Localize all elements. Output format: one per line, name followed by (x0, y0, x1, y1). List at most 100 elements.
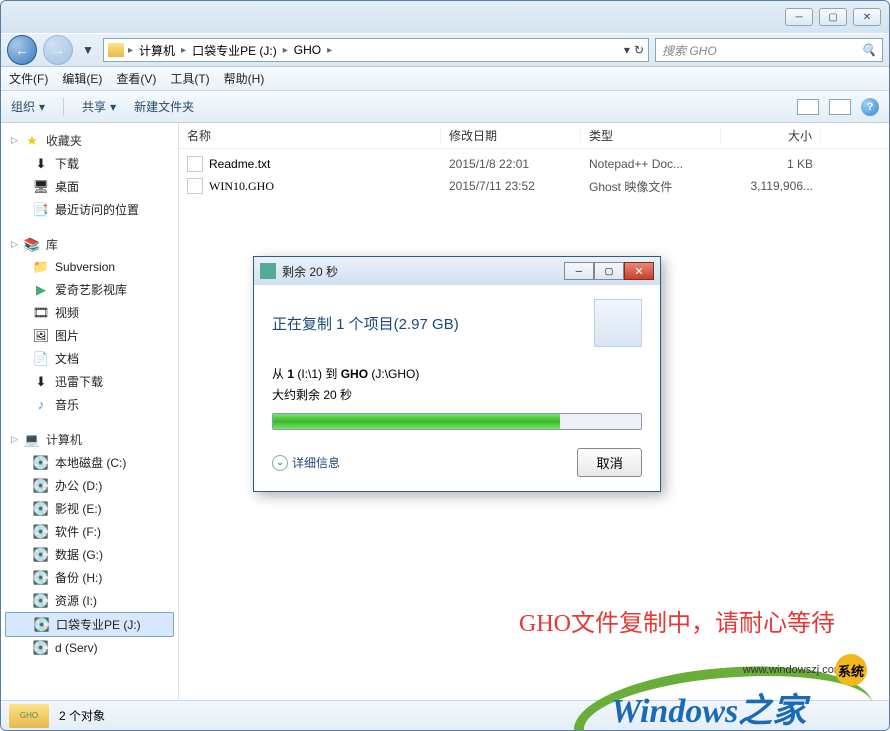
column-date[interactable]: 修改日期 (441, 127, 581, 144)
back-button[interactable]: ← (7, 35, 37, 65)
star-icon: ★ (24, 133, 40, 149)
sidebar-item-disk-f[interactable]: 💽软件 (F:) (1, 520, 178, 543)
time-remaining: 大约剩余 20 秒 (272, 386, 642, 403)
organize-button[interactable]: 组织 ▾ (11, 98, 45, 115)
sidebar-item-desktop[interactable]: 🖥桌面 (1, 175, 178, 198)
crumb-drive[interactable]: 口袋专业PE (J:) (188, 42, 281, 59)
column-size[interactable]: 大小 (721, 127, 821, 144)
preview-pane-button[interactable] (829, 99, 851, 115)
menu-file[interactable]: 文件(F) (9, 70, 48, 87)
sidebar-item-documents[interactable]: 📄文档 (1, 347, 178, 370)
annotation-text: GHO文件复制中，请耐心等待 (519, 603, 835, 638)
sidebar-item-network-d[interactable]: 💽d (Serv) (1, 637, 178, 659)
watermark-badge: 系统 (835, 654, 867, 686)
gho-file-icon (187, 178, 203, 194)
sidebar-item-disk-d[interactable]: 💽办公 (D:) (1, 474, 178, 497)
download-icon: ⬇ (33, 156, 49, 172)
close-button[interactable]: ✕ (853, 8, 881, 26)
share-button[interactable]: 共享 ▾ (82, 98, 116, 115)
address-bar[interactable]: ▸ 计算机 ▸ 口袋专业PE (J:) ▸ GHO ▸ ▾ ↻ (103, 38, 649, 62)
copy-source-dest: 从 1 (I:\1) 到 GHO (J:\GHO) (272, 365, 642, 382)
crumb-folder[interactable]: GHO (290, 43, 325, 57)
network-disk-icon: 💽 (33, 640, 49, 656)
library-icon: 📚 (24, 237, 40, 253)
disk-icon: 💽 (33, 524, 49, 540)
sidebar-item-pictures[interactable]: 🖼图片 (1, 324, 178, 347)
refresh-icon[interactable]: ↻ (634, 43, 644, 57)
help-icon[interactable]: ? (861, 98, 879, 116)
file-row[interactable]: Readme.txt 2015/1/8 22:01 Notepad++ Doc.… (179, 153, 889, 175)
copy-icon (260, 263, 276, 279)
recent-icon: 📑 (33, 202, 49, 218)
sidebar-item-disk-g[interactable]: 💽数据 (G:) (1, 543, 178, 566)
computer-icon: 💻 (24, 432, 40, 448)
dialog-heading: 正在复制 1 个项目(2.97 GB) (272, 299, 642, 347)
download-icon: ⬇ (33, 374, 49, 390)
file-row[interactable]: WIN10.GHO 2015/7/11 23:52 Ghost 映像文件 3,1… (179, 175, 889, 197)
chevron-down-icon: ▾ (110, 100, 116, 114)
sidebar-item-disk-h[interactable]: 💽备份 (H:) (1, 566, 178, 589)
file-animation-icon (594, 299, 642, 347)
disk-icon: 💽 (33, 478, 49, 494)
sidebar-libraries-header[interactable]: ▷📚库 (1, 233, 178, 256)
maximize-button[interactable]: ▢ (819, 8, 847, 26)
folder-icon: 📁 (33, 259, 49, 275)
separator (63, 98, 64, 116)
folder-icon (108, 43, 124, 57)
sidebar-item-iqiyi[interactable]: ▶爱奇艺影视库 (1, 278, 178, 301)
sidebar-item-downloads[interactable]: ⬇下载 (1, 152, 178, 175)
menu-help[interactable]: 帮助(H) (224, 70, 265, 87)
crumb-sep: ▸ (181, 45, 186, 56)
disk-icon: 💽 (33, 455, 49, 471)
dialog-minimize-button[interactable]: ─ (564, 262, 594, 280)
forward-button[interactable]: → (43, 35, 73, 65)
crumb-sep: ▸ (283, 45, 288, 56)
sidebar-item-disk-j[interactable]: 💽口袋专业PE (J:) (5, 612, 174, 637)
menu-edit[interactable]: 编辑(E) (62, 70, 102, 87)
search-icon[interactable]: 🔍 (861, 43, 876, 57)
dialog-close-button[interactable]: ✕ (624, 262, 654, 280)
sidebar-item-disk-i[interactable]: 💽资源 (I:) (1, 589, 178, 612)
address-dropdown-icon[interactable]: ▾ (624, 43, 630, 57)
navbar: ← → ▼ ▸ 计算机 ▸ 口袋专业PE (J:) ▸ GHO ▸ ▾ ↻ 搜索… (1, 33, 889, 67)
sidebar-item-recent[interactable]: 📑最近访问的位置 (1, 198, 178, 221)
video-icon: ▶ (33, 282, 49, 298)
sidebar-computer-header[interactable]: ▷💻计算机 (1, 428, 178, 451)
crumb-sep: ▸ (128, 45, 133, 56)
column-type[interactable]: 类型 (581, 127, 721, 144)
toolbar: 组织 ▾ 共享 ▾ 新建文件夹 ? (1, 91, 889, 123)
document-icon: 📄 (33, 351, 49, 367)
disk-icon: 💽 (34, 617, 50, 633)
disk-icon: 💽 (33, 570, 49, 586)
newfolder-button[interactable]: 新建文件夹 (134, 98, 194, 115)
watermark-url: www.windowszj.com (743, 664, 843, 676)
cancel-button[interactable]: 取消 (577, 448, 642, 477)
breadcrumb: ▸ 计算机 ▸ 口袋专业PE (J:) ▸ GHO ▸ (128, 42, 332, 59)
chevron-down-icon: ▾ (39, 100, 45, 114)
history-dropdown[interactable]: ▼ (79, 40, 97, 60)
dialog-titlebar[interactable]: 剩余 20 秒 ─ ▢ ✕ (254, 257, 660, 285)
details-toggle[interactable]: ⌄ 详细信息 (272, 454, 340, 471)
crumb-sep: ▸ (327, 45, 332, 56)
sidebar-item-subversion[interactable]: 📁Subversion (1, 256, 178, 278)
sidebar-item-thunder[interactable]: ⬇迅雷下载 (1, 370, 178, 393)
sidebar-item-disk-e[interactable]: 💽影视 (E:) (1, 497, 178, 520)
minimize-button[interactable]: ─ (785, 8, 813, 26)
menu-view[interactable]: 查看(V) (116, 70, 156, 87)
menu-tools[interactable]: 工具(T) (170, 70, 209, 87)
search-placeholder: 搜索 GHO (662, 42, 717, 59)
sidebar-item-video[interactable]: 🎞视频 (1, 301, 178, 324)
search-input[interactable]: 搜索 GHO 🔍 (655, 38, 883, 62)
titlebar: ─ ▢ ✕ (1, 1, 889, 33)
sidebar-item-music[interactable]: ♪音乐 (1, 393, 178, 416)
view-mode-button[interactable] (797, 99, 819, 115)
crumb-computer[interactable]: 计算机 (135, 42, 179, 59)
progress-bar (272, 413, 642, 430)
sidebar-item-disk-c[interactable]: 💽本地磁盘 (C:) (1, 451, 178, 474)
sidebar-favorites-header[interactable]: ▷★收藏夹 (1, 129, 178, 152)
column-name[interactable]: 名称 (179, 127, 441, 144)
text-file-icon (187, 156, 203, 172)
dialog-maximize-button[interactable]: ▢ (594, 262, 624, 280)
dialog-title: 剩余 20 秒 (282, 263, 564, 280)
sidebar: ▷★收藏夹 ⬇下载 🖥桌面 📑最近访问的位置 ▷📚库 📁Subversion ▶… (1, 123, 179, 700)
